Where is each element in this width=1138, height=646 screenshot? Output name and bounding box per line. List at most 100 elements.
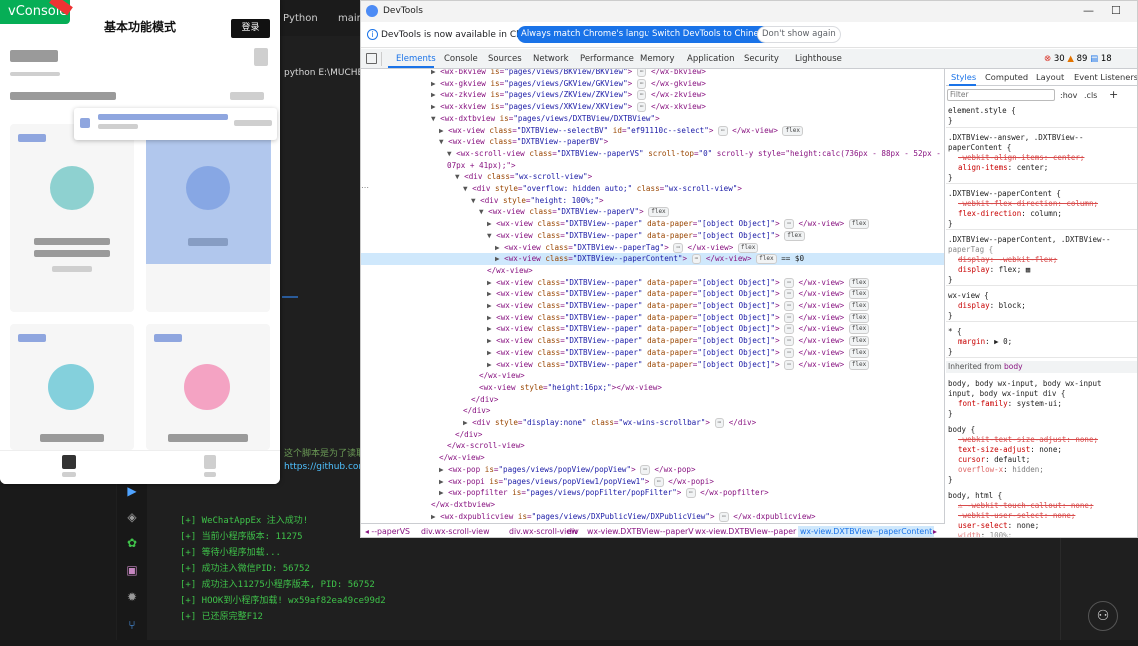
dom-node-line[interactable]: ▶ <wx-view class="DXTBView--paper" data-… [361,335,944,347]
css-rule-line[interactable]: } [948,347,1137,357]
css-rule-line[interactable]: -webkit-align-items: center; [948,153,1137,163]
tab-event-listeners[interactable]: Event Listeners [1074,72,1137,82]
dom-node-line[interactable]: </wx-scroll-view> [361,440,944,452]
dom-node-line[interactable]: ▶ <wx-view class="DXTBView--paperContent… [361,253,944,265]
styles-filter-input[interactable]: Filter [947,89,1055,101]
dom-node-line[interactable]: </wx-view> [361,265,944,277]
dom-node-line[interactable]: ▶ <wx-view class="DXTBView--paper" data-… [361,277,944,289]
css-rule-line[interactable]: -webkit-text-size-adjust: none; [948,435,1137,445]
tab-computed[interactable]: Computed [985,72,1028,82]
dom-node-line[interactable]: ▶ <div style="display:none" class="wx-wi… [361,417,944,429]
breadcrumb-item[interactable]: wx-view.DXTBView--paperContent [798,526,935,537]
dom-node-line[interactable]: ▼ <div class="wx-scroll-view"> [361,171,944,183]
css-rule-line[interactable]: body { [948,425,1137,435]
css-rule-line[interactable]: ⚠ -webkit-touch-callout: none; [948,501,1137,511]
tab-styles[interactable]: Styles [951,72,976,82]
css-rule-line[interactable]: align-items: center; [948,163,1137,173]
css-rule-line[interactable]: text-size-adjust: none; [948,445,1137,455]
tab-security[interactable]: Security [744,54,779,64]
css-rule-line[interactable]: body, body wx-input, body wx-input [948,379,1137,389]
maximize-button[interactable]: ☐ [1111,4,1121,17]
dom-node-line[interactable]: ▼ <wx-scroll-view class="DXTBView--paper… [361,148,944,160]
dom-node-line[interactable]: </div> [361,429,944,441]
css-rule-line[interactable]: } [948,219,1137,229]
dom-node-line[interactable]: ▶ <wx-dxpublicview is="pages/views/DXPub… [361,511,944,523]
css-rule-line[interactable]: user-select: none; [948,521,1137,531]
css-rule-line[interactable]: } [948,173,1137,183]
python-label[interactable]: Python [283,13,318,24]
dom-node-line[interactable]: ▶ <wx-view class="DXTBView--selectBV" id… [361,125,944,137]
css-rule-line[interactable]: display: -webkit-flex; [948,255,1137,265]
css-rule-line[interactable]: wx-view { [948,291,1137,301]
inspect-element-icon[interactable] [366,53,377,64]
breadcrumb-item[interactable]: ◂ --paperVS [365,527,410,536]
tab-network[interactable]: Network [533,54,569,64]
css-rule-line[interactable]: paperTag { [948,245,1137,255]
breadcrumb-item[interactable]: div [567,527,579,536]
dom-node-line[interactable]: ▶ <wx-bkview is="pages/views/BKView/BKVi… [361,69,944,78]
dom-node-line[interactable]: ▼ <wx-view class="DXTBView--paperV"> fle… [361,206,944,218]
css-rule-line[interactable]: display: block; [948,301,1137,311]
dom-node-line[interactable]: ▶ <wx-popi is="pages/views/popView1/popV… [361,476,944,488]
extensions-icon[interactable]: ◈ [125,510,139,524]
paper-card[interactable] [10,324,134,450]
tab-mine-icon[interactable] [204,455,216,469]
run-icon[interactable]: ▶ [125,484,139,498]
breadcrumb-item[interactable]: ▸ [933,527,937,536]
hov-toggle[interactable]: :hov [1060,91,1077,100]
login-button[interactable]: 登录 [231,19,270,38]
tab-home-icon[interactable] [62,455,76,469]
dom-node-line[interactable]: ▶ <wx-view class="DXTBView--paper" data-… [361,300,944,312]
dom-node-line[interactable]: ▼ <wx-dxtbview is="pages/views/DXTBView/… [361,113,944,125]
breadcrumb-item[interactable]: wx-view.DXTBView--paper [695,527,796,536]
dom-node-line[interactable]: ▼ <div style="overflow: hidden auto;" cl… [361,183,944,195]
css-rule-line[interactable]: * { [948,327,1137,337]
minimize-button[interactable]: — [1083,4,1094,17]
dom-node-line[interactable]: ▶ <wx-view class="DXTBView--paper" data-… [361,288,944,300]
css-rule-line[interactable]: -webkit-user-select: none; [948,511,1137,521]
tab-application[interactable]: Application [687,54,735,64]
dom-node-line[interactable]: </div> [361,394,944,406]
dom-node-line[interactable]: <wx-view style="height:16px;"></wx-view> [361,382,944,394]
terminal-icon[interactable]: ▣ [125,563,139,577]
dom-node-line[interactable]: ▼ <div style="height: 100%;"> [361,195,944,207]
dont-show-again-button[interactable]: Don't show again [757,26,841,43]
dom-node-line[interactable]: </wx-view> [361,370,944,382]
tab-home-label[interactable] [62,472,76,477]
css-rule-line[interactable]: margin: ▶ 0; [948,337,1137,347]
dom-node-line[interactable]: ▶ <wx-view class="DXTBView--paper" data-… [361,347,944,359]
dom-node-line[interactable]: ▶ <wx-popfilter is="pages/views/popFilte… [361,487,944,499]
match-language-button[interactable]: Always match Chrome's language [517,26,670,43]
css-rule-line[interactable]: -webkit-flex-direction: column; [948,199,1137,209]
css-rule-line[interactable]: } [948,275,1137,285]
css-rule-line[interactable]: } [948,311,1137,321]
dom-node-line[interactable]: ▶ <wx-view class="DXTBView--paper" data-… [361,323,944,335]
css-rule-line[interactable]: } [948,116,1137,126]
breadcrumb-item[interactable]: div.wx-scroll-view [421,527,489,536]
css-rule-line[interactable]: flex-direction: column; [948,209,1137,219]
cls-toggle[interactable]: .cls [1084,91,1097,100]
css-rule-line[interactable]: .DXTBView--paperContent { [948,189,1137,199]
dom-node-line[interactable]: 07px + 41px);"> [361,160,944,172]
dom-node-line[interactable]: ▼ <wx-view class="DXTBView--paperBV"> [361,136,944,148]
debug-icon[interactable]: ✹ [125,590,139,604]
css-rule-line[interactable]: } [948,409,1137,419]
settings-icon[interactable]: ✿ [125,536,139,550]
dom-node-line[interactable]: </div> [361,405,944,417]
new-rule-button[interactable]: + [1109,88,1118,101]
switch-chinese-button[interactable]: Switch DevTools to Chinese [648,26,773,43]
source-control-icon[interactable]: ⑂ [125,618,139,632]
dom-node-line[interactable]: </wx-view> [361,452,944,464]
tab-layout[interactable]: Layout [1036,72,1064,82]
tab-elements[interactable]: Elements [396,54,436,64]
css-rule-line[interactable]: display: flex; ▦ [948,265,1137,275]
css-rule-line[interactable]: font-family: system-ui; [948,399,1137,409]
tab-memory[interactable]: Memory [640,54,675,64]
copilot-icon[interactable]: ⚇ [1088,601,1118,631]
dom-node-line[interactable]: ▶ <wx-pop is="pages/views/popView/popVie… [361,464,944,476]
dom-node-line[interactable]: ▶ <wx-view class="DXTBView--paper" data-… [361,312,944,324]
dom-node-line[interactable]: ▶ <wx-gkview is="pages/views/GKView/GKVi… [361,78,944,90]
paper-card[interactable] [10,124,134,312]
tab-mine-label[interactable] [204,472,216,477]
dom-node-line[interactable]: ▶ <wx-view class="DXTBView--paper" data-… [361,359,944,371]
